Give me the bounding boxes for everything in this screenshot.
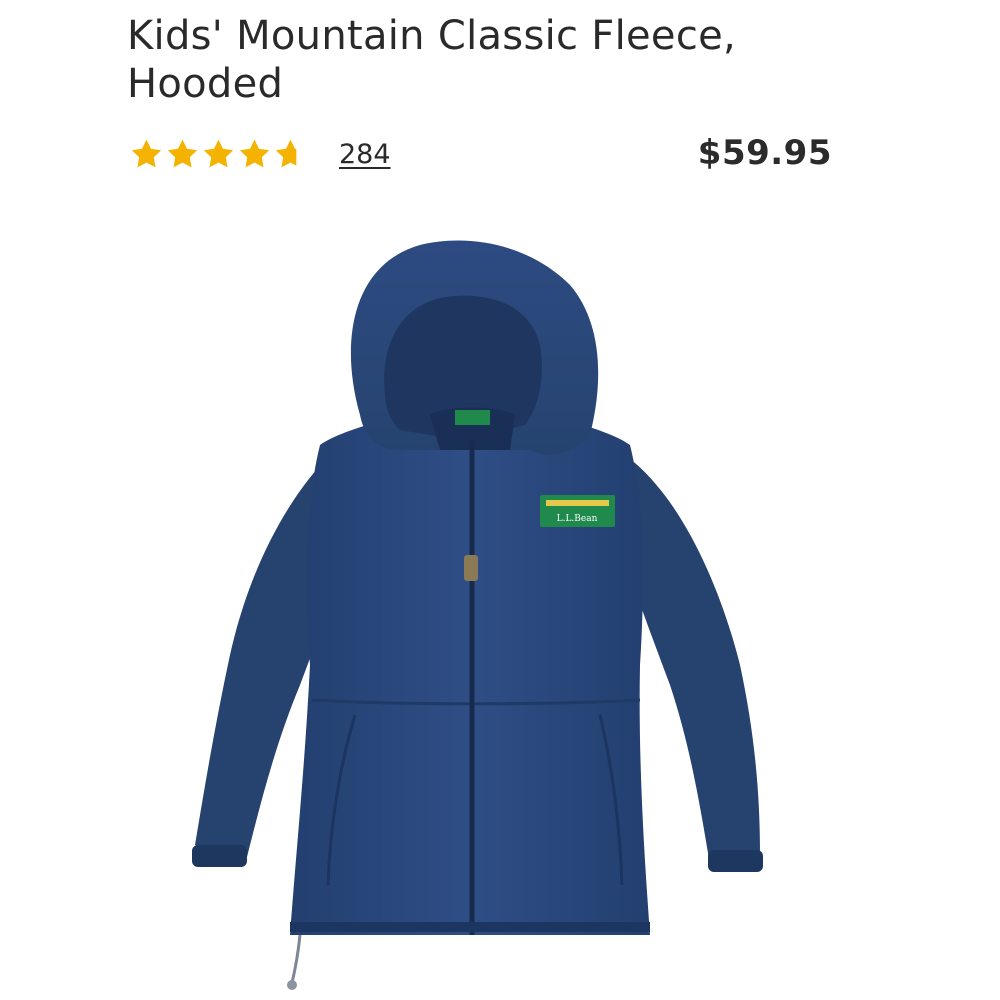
fleece-jacket-illustration: L.L.Bean [192, 240, 763, 990]
star-icon [131, 139, 162, 167]
half-star-icon [275, 139, 297, 167]
neck-label [455, 410, 490, 425]
product-image[interactable]: L.L.Bean [100, 205, 900, 1000]
review-count-link[interactable]: 284 [339, 139, 391, 170]
zipper-pull [464, 555, 478, 581]
star-icon [239, 139, 270, 167]
brand-patch: L.L.Bean [540, 495, 615, 527]
rating-row[interactable]: 284 [129, 132, 391, 176]
svg-text:L.L.Bean: L.L.Bean [557, 514, 598, 524]
star-icon [203, 139, 234, 167]
product-title: Kids' Mountain Classic Fleece, Hooded [127, 13, 737, 107]
star-rating[interactable] [129, 137, 309, 172]
star-icon [167, 139, 198, 167]
product-price: $59.95 [697, 133, 832, 173]
